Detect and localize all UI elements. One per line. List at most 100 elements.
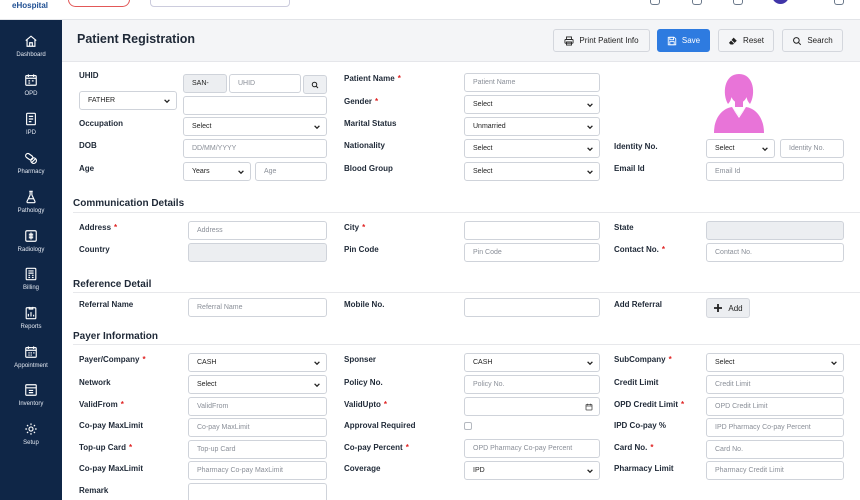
email-label: Email Id [614, 164, 645, 173]
identity-type-select[interactable]: Select [706, 139, 775, 158]
reference-section-title: Reference Detail [73, 279, 152, 290]
print-patient-info-button[interactable]: Print Patient Info [553, 29, 650, 52]
radiology-icon [25, 230, 37, 242]
topup-card-input[interactable]: Top-up Card [188, 440, 327, 459]
dob-label: DOB [79, 141, 97, 150]
save-icon [667, 36, 677, 45]
pharmacy-copay-maxlimit-input[interactable]: Pharmacy Co-pay MaxLimit [188, 461, 327, 480]
user-avatar[interactable] [772, 0, 789, 4]
mobile-input[interactable] [464, 298, 600, 317]
network-select[interactable]: Select [188, 375, 327, 394]
age-unit-select[interactable]: Years [183, 162, 251, 181]
flask-icon [26, 190, 36, 204]
approval-required-label: Approval Required [344, 421, 416, 430]
sidebar-item-dashboard[interactable]: Dashboard [0, 32, 62, 68]
referral-name-label: Referral Name [79, 300, 134, 309]
chevron-down-icon [314, 383, 320, 388]
topup-card-label: Top-up Card * [79, 443, 133, 452]
opd-credit-limit-input[interactable]: OPD Credit Limit [706, 397, 844, 416]
sponser-select[interactable]: CASH [464, 353, 600, 372]
payer-company-select[interactable]: CASH [188, 353, 327, 372]
validfrom-label: ValidFrom * [79, 400, 124, 409]
remark-input[interactable] [188, 483, 327, 500]
contact-input[interactable]: Contact No. [706, 243, 844, 262]
dob-input[interactable]: DD/MM/YYYY [183, 139, 327, 158]
validfrom-input[interactable]: ValidFrom [188, 397, 327, 416]
uhid-prefix: SAN- [183, 74, 227, 93]
sidebar-item-pharmacy[interactable]: Pharmacy [0, 149, 62, 185]
email-input[interactable]: Email Id [706, 162, 844, 181]
add-referral-button[interactable]: Add [706, 298, 750, 318]
sidebar: Dashboard OPD IPD Pharmacy Pathology Rad… [0, 20, 62, 500]
sidebar-item-reports[interactable]: Reports [0, 304, 62, 340]
copay-percent-input[interactable]: OPD Pharmacy Co-pay Percent [464, 439, 600, 458]
copay-maxlimit-2-label: Co-pay MaxLimit [79, 464, 144, 473]
nationality-select[interactable]: Select [464, 139, 600, 158]
marital-status-select[interactable]: Unmarried [464, 117, 600, 136]
gender-label: Gender * [344, 97, 379, 106]
relation-select[interactable]: FATHER [79, 91, 177, 110]
sidebar-item-ipd[interactable]: IPD [0, 110, 62, 146]
copay-percent-label: Co-pay Percent * [344, 443, 409, 452]
policy-input[interactable]: Policy No. [464, 375, 600, 394]
add-referral-label: Add Referral [614, 300, 663, 309]
network-label: Network [79, 378, 111, 387]
uhid-input[interactable]: UHID [229, 74, 301, 93]
section-divider [73, 212, 860, 213]
address-input[interactable]: Address [188, 221, 327, 240]
uhid-search-button[interactable] [303, 75, 327, 94]
document-icon [26, 112, 36, 126]
chevron-down-icon [587, 125, 593, 130]
message-icon[interactable] [692, 0, 702, 5]
page-title: Patient Registration [77, 32, 196, 46]
occupation-select[interactable]: Select [183, 117, 327, 136]
appointment-icon [25, 346, 37, 358]
relative-name-input[interactable] [183, 96, 327, 115]
blood-group-select[interactable]: Select [464, 162, 600, 181]
search-button[interactable]: Search [782, 29, 843, 52]
pincode-input[interactable]: Pin Code [464, 243, 600, 262]
copay-maxlimit-input[interactable]: Co-pay MaxLimit [188, 418, 327, 437]
save-button[interactable]: Save [657, 29, 710, 52]
card-no-input[interactable]: Card No. [706, 440, 844, 459]
reset-button[interactable]: Reset [718, 29, 774, 52]
sidebar-item-inventory[interactable]: Inventory [0, 381, 62, 417]
card-no-label: Card No. * [614, 443, 654, 452]
payer-company-label: Payer/Company * [79, 355, 146, 364]
subcompany-select[interactable]: Select [706, 353, 844, 372]
opd-credit-limit-label: OPD Credit Limit * [614, 400, 685, 409]
settings-icon[interactable] [733, 0, 743, 5]
calendar-icon [25, 74, 37, 86]
search-icon [311, 81, 319, 88]
ipd-copay-input[interactable]: IPD Pharmacy Co-pay Percent [706, 418, 844, 437]
sidebar-item-pathology[interactable]: Pathology [0, 188, 62, 224]
patient-name-input[interactable]: Patient Name [464, 73, 600, 92]
sidebar-item-billing[interactable]: Billing [0, 265, 62, 301]
identity-number-input[interactable]: Identity No. [780, 139, 844, 158]
validupto-input[interactable] [464, 397, 600, 416]
coverage-select[interactable]: IPD [464, 461, 600, 480]
uhid-label: UHID [79, 71, 99, 80]
top-search-input[interactable] [150, 0, 290, 7]
chevron-down-icon [238, 170, 244, 175]
city-input[interactable] [464, 221, 600, 240]
patient-avatar[interactable] [710, 70, 768, 135]
notification-icon[interactable] [650, 0, 660, 5]
age-input[interactable]: Age [255, 162, 327, 181]
gender-select[interactable]: Select [464, 95, 600, 114]
pharmacy-limit-input[interactable]: Pharmacy Credit Limit [706, 461, 844, 480]
menu-icon[interactable] [834, 0, 844, 5]
calendar-icon[interactable] [585, 403, 593, 411]
approval-required-checkbox[interactable] [464, 422, 472, 430]
sidebar-item-radiology[interactable]: Radiology [0, 227, 62, 263]
sidebar-item-setup[interactable]: Setup [0, 420, 62, 456]
credit-limit-input[interactable]: Credit Limit [706, 375, 844, 394]
referral-name-input[interactable]: Referral Name [188, 298, 327, 317]
section-divider [73, 344, 860, 345]
nationality-label: Nationality [344, 141, 385, 150]
chevron-down-icon [587, 170, 593, 175]
sidebar-item-opd[interactable]: OPD [0, 71, 62, 107]
sidebar-item-appointment[interactable]: Appointment [0, 343, 62, 379]
address-label: Address * [79, 223, 118, 232]
top-action-pill[interactable] [68, 0, 130, 7]
